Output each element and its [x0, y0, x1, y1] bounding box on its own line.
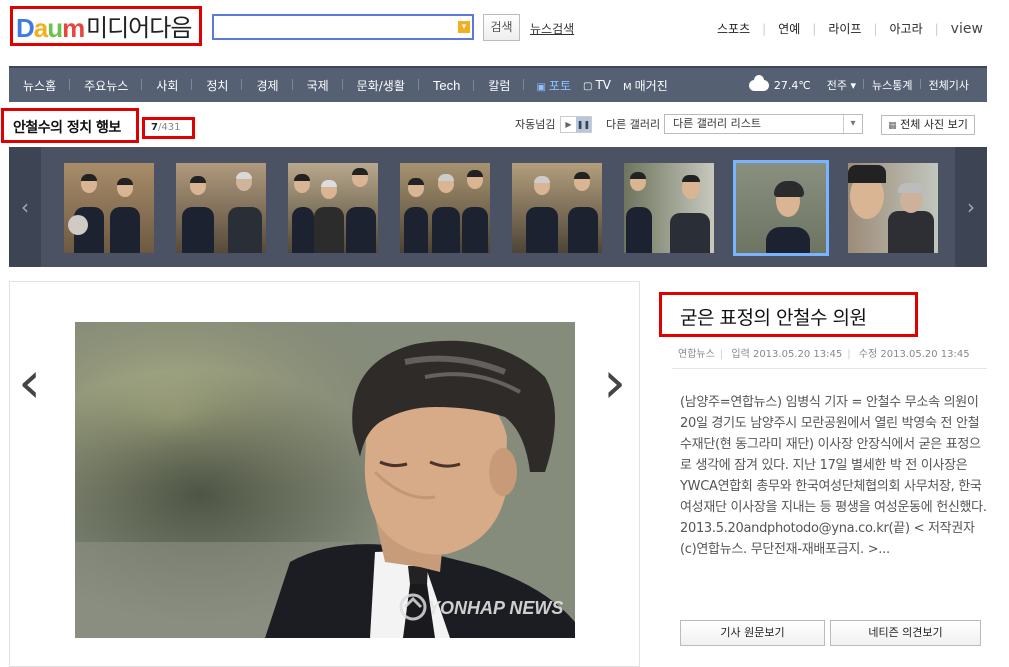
thumbnail-8[interactable]	[848, 163, 938, 253]
nav-photo[interactable]: ▣ 포토	[524, 77, 577, 94]
nav-politics[interactable]: 정치	[192, 77, 243, 94]
highlight-box-article-title	[659, 292, 918, 337]
thumbnail-5[interactable]	[512, 163, 602, 253]
chevron-down-icon: ▾	[843, 115, 862, 133]
thumbnail-strip: ‹ ›	[9, 147, 987, 267]
top-nav-agora[interactable]: 아고라	[877, 20, 934, 37]
article-body: (남양주=연합뉴스) 임병식 기자 = 안철수 무소속 의원이 20일 경기도 …	[680, 395, 987, 557]
nav-economy[interactable]: 경제	[242, 77, 293, 94]
strip-prev-arrow-icon[interactable]: ‹	[9, 147, 41, 267]
top-nav-life[interactable]: 라이프	[816, 20, 873, 37]
article-input-time: 입력 2013.05.20 13:45	[731, 349, 843, 360]
chevron-down-icon: ▾	[850, 79, 857, 92]
article-meta: 연합뉴스 | 입력 2013.05.20 13:45 | 수정 2013.05.20…	[678, 349, 970, 360]
search-input[interactable]: ▾	[212, 14, 474, 40]
thumbnail-7-selected[interactable]	[733, 160, 829, 256]
thumbnail-4[interactable]	[400, 163, 490, 253]
top-nav: 스포츠 | 연예 | 라이프 | 아고라 | view	[705, 20, 995, 37]
tv-icon: ▢	[583, 81, 593, 92]
search-dropdown-icon[interactable]: ▾	[458, 21, 470, 33]
view-all-photos-button[interactable]: ▦ 전체 사진 보기	[881, 115, 975, 135]
gallery-select[interactable]: 다른 갤러리 리스트 ▾	[664, 114, 863, 134]
other-gallery-label: 다른 갤러리	[606, 118, 661, 131]
grid-icon: ▦	[888, 121, 897, 131]
highlight-box-counter	[142, 117, 195, 139]
main-nav-bar: 뉴스홈 주요뉴스 사회 정치 경제 국제 문화/생활 Tech 칼럼 ▣ 포토 ▢…	[9, 66, 987, 102]
nav-magazine-label: 매거진	[634, 78, 668, 93]
top-nav-view[interactable]: view	[939, 21, 995, 37]
play-icon[interactable]: ▶	[561, 117, 576, 132]
nav-column[interactable]: 칼럼	[474, 77, 525, 94]
nav-news-stats[interactable]: 뉴스통계	[864, 77, 922, 93]
gallery-select-value: 다른 갤러리 리스트	[673, 117, 761, 130]
divider	[672, 368, 987, 369]
article-source: 연합뉴스	[678, 349, 715, 360]
search-button[interactable]: 검색	[483, 14, 520, 41]
nav-news-home[interactable]: 뉴스홈	[9, 77, 71, 94]
cloud-weather-icon	[748, 74, 769, 91]
photo-icon: ▣	[536, 81, 546, 93]
highlight-box-logo	[10, 6, 202, 46]
nav-top-news[interactable]: 주요뉴스	[70, 77, 143, 94]
main-photo: YONHAP NEWS	[75, 322, 575, 638]
thumbnail-1[interactable]	[64, 163, 154, 253]
main-photo-image: YONHAP NEWS	[75, 322, 575, 638]
autoplay-label: 자동넘김	[515, 118, 556, 131]
nav-all-articles[interactable]: 전체기사	[921, 77, 987, 93]
watermark-text: YONHAP NEWS	[428, 598, 563, 618]
weather-region-select[interactable]: 전주 ▾	[819, 77, 865, 93]
top-nav-entertainment[interactable]: 연예	[766, 20, 812, 37]
original-article-button[interactable]: 기사 원문보기	[680, 620, 825, 646]
nav-tv-label: TV	[595, 78, 611, 92]
nav-international[interactable]: 국제	[293, 77, 343, 94]
highlight-box-gallery-title	[1, 108, 139, 143]
nav-photo-label: 포토	[548, 78, 571, 93]
nav-tv[interactable]: ▢ TV	[577, 78, 617, 92]
top-nav-sports[interactable]: 스포츠	[705, 20, 762, 37]
nav-culture[interactable]: 문화/생활	[343, 77, 420, 94]
nav-magazine[interactable]: M 매거진	[617, 77, 674, 94]
autoplay-controls: ▶ ❚❚	[560, 116, 592, 133]
news-search-link[interactable]: 뉴스검색	[530, 20, 574, 37]
prev-photo-arrow-icon[interactable]: ‹	[18, 352, 41, 412]
thumbnail-6[interactable]	[624, 163, 714, 253]
next-photo-arrow-icon[interactable]: ›	[603, 352, 626, 412]
thumbnail-3[interactable]	[288, 163, 378, 253]
magazine-icon: M	[623, 81, 632, 93]
strip-next-arrow-icon[interactable]: ›	[955, 147, 987, 267]
pause-icon[interactable]: ❚❚	[576, 117, 591, 132]
view-all-photos-label: 전체 사진 보기	[900, 118, 968, 131]
weather-temp: 27.4℃	[773, 78, 811, 92]
weather-region-label: 전주	[826, 79, 847, 92]
article-modified-time: 수정 2013.05.20 13:45	[858, 349, 970, 360]
nav-tech[interactable]: Tech	[419, 78, 475, 93]
netizen-comments-button[interactable]: 네티즌 의견보기	[830, 620, 981, 646]
thumbnail-2[interactable]	[176, 163, 266, 253]
nav-society[interactable]: 사회	[142, 77, 193, 94]
